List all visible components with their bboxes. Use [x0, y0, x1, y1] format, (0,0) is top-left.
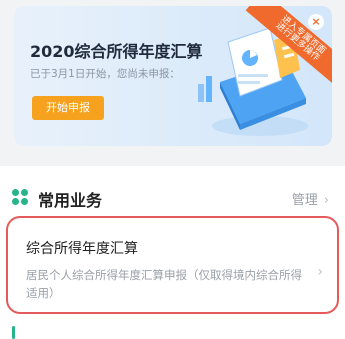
section-title: 常用业务 — [38, 191, 103, 210]
app-screen: 2020综合所得年度汇算 已于3月1日开始，您尚未申报： 开始申报 进入专属页面… — [0, 0, 345, 339]
close-icon[interactable]: × — [308, 14, 324, 30]
banner-subtitle: 已于3月1日开始，您尚未申报： — [30, 68, 180, 80]
chevron-right-icon: › — [323, 193, 329, 208]
chevron-right-icon: › — [317, 264, 323, 280]
manage-button[interactable]: 管理 › — [292, 189, 329, 208]
four-leaf-icon — [12, 189, 28, 205]
service-item-annual-settlement[interactable]: 综合所得年度汇算 居民个人综合所得年度汇算申报（仅取得境内综合所得适用） › — [6, 216, 339, 314]
section-header: 常用业务 管理 › — [0, 166, 345, 222]
next-item-accent — [12, 326, 15, 339]
service-item-description: 居民个人综合所得年度汇算申报（仅取得境内综合所得适用） — [26, 268, 302, 300]
banner-title: 2020综合所得年度汇算 — [30, 42, 203, 61]
common-services-card: 常用业务 管理 › 综合所得年度汇算 居民个人综合所得年度汇算申报（仅取得境内综合… — [0, 166, 345, 339]
start-filing-button[interactable]: 开始申报 — [32, 96, 104, 120]
service-item-title: 综合所得年度汇算 — [26, 241, 138, 257]
annual-settlement-banner[interactable]: 2020综合所得年度汇算 已于3月1日开始，您尚未申报： 开始申报 进入专属页面… — [14, 6, 332, 146]
manage-label: 管理 — [291, 193, 318, 208]
